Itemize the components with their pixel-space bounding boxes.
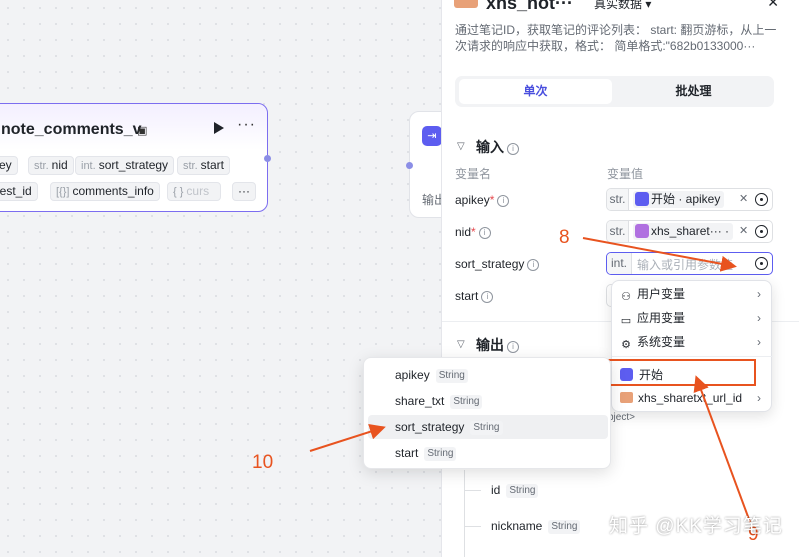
annotation-arrows [309,237,751,523]
annotation-8: 8 [559,227,570,248]
arrow-10 [309,424,386,452]
watermark: 知乎 @KK学习笔记 [609,516,783,537]
annotation-10: 10 [252,452,274,473]
arrow-9 [693,375,751,523]
arrow-8 [582,237,737,272]
